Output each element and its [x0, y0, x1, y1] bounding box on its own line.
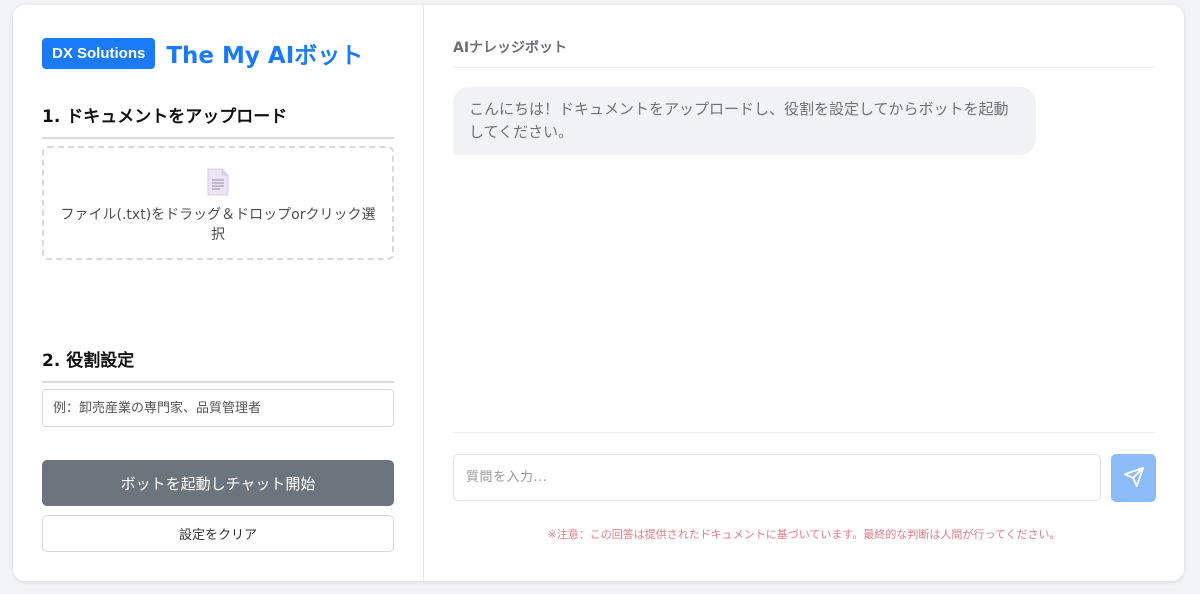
- brand-header: DX Solutions The My AIボット: [42, 36, 393, 70]
- settings-panel: DX Solutions The My AIボット 1. ドキュメントをアップロ…: [13, 5, 424, 581]
- composer-divider: [453, 432, 1155, 433]
- role-section-title: 2. 役割設定: [42, 346, 394, 383]
- start-bot-button[interactable]: ボットを起動しチャット開始: [42, 460, 394, 506]
- disclaimer-note: ※注意：この回答は提供されたドキュメントに基づいています。最終的な判断は人間が行…: [547, 528, 1061, 541]
- document-icon: [207, 168, 229, 200]
- paper-plane-icon: [1123, 466, 1145, 491]
- bot-message: こんにちは！ドキュメントをアップロードし、役割を設定してからボットを起動してくだ…: [453, 87, 1036, 155]
- chat-title: AIナレッジボット: [453, 37, 1155, 68]
- clear-settings-button[interactable]: 設定をクリア: [42, 515, 394, 552]
- dropzone-instructions: ファイル(.txt)をドラッグ＆ドロップorクリック選択: [60, 207, 376, 243]
- chat-panel: AIナレッジボット こんにちは！ドキュメントをアップロードし、役割を設定してから…: [424, 5, 1184, 581]
- send-button[interactable]: [1111, 454, 1156, 502]
- app-title: The My AIボット: [166, 43, 364, 69]
- brand-badge: DX Solutions: [42, 37, 156, 69]
- question-input[interactable]: [453, 454, 1101, 501]
- role-input[interactable]: [42, 389, 394, 427]
- app-card: DX Solutions The My AIボット 1. ドキュメントをアップロ…: [13, 5, 1184, 581]
- upload-section-title: 1. ドキュメントをアップロード: [42, 102, 394, 139]
- file-dropzone[interactable]: ファイル(.txt)をドラッグ＆ドロップorクリック選択: [42, 146, 394, 260]
